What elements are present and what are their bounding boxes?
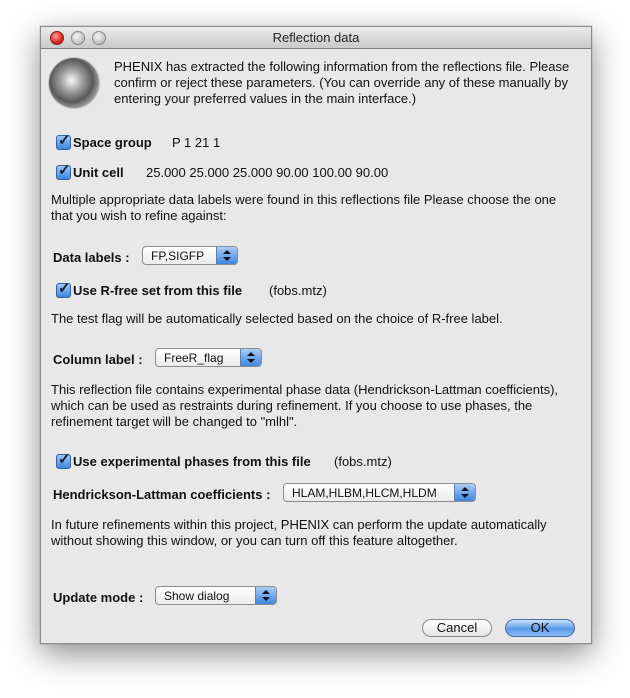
updown-arrows-icon: [255, 587, 276, 604]
space-group-checkbox[interactable]: ✓: [56, 132, 71, 150]
rfree-file: (fobs.mtz): [269, 283, 327, 298]
title-bar: Reflection data: [41, 27, 591, 49]
data-labels-label: Data labels :: [53, 250, 130, 265]
checkmark-icon: ✓: [58, 162, 71, 179]
updown-arrows-icon: [240, 349, 261, 366]
hl-coeffs-selected: HLAM,HLBM,HLCM,HLDM: [292, 486, 437, 500]
updown-arrows-icon: [454, 484, 475, 501]
cancel-button[interactable]: Cancel: [422, 619, 492, 637]
multiple-labels-text: Multiple appropriate data labels were fo…: [51, 192, 557, 223]
space-group-value: P 1 21 1: [172, 135, 221, 150]
column-label-label: Column label :: [53, 352, 143, 367]
column-label-select[interactable]: FreeR_flag: [155, 348, 262, 367]
exp-phases-checkbox[interactable]: ✓: [56, 451, 71, 469]
rfree-label: Use R-free set from this file: [73, 283, 243, 298]
update-mode-label: Update mode :: [53, 590, 144, 605]
checkmark-icon: ✓: [58, 451, 71, 468]
rfree-checkbox[interactable]: ✓: [56, 280, 71, 298]
reflection-data-dialog: Reflection data PHENIX has extracted the…: [40, 26, 592, 644]
unit-cell-label: Unit cell: [73, 165, 124, 180]
ok-button[interactable]: OK: [505, 619, 575, 637]
future-text: In future refinements within this projec…: [51, 517, 547, 548]
hl-coeffs-select[interactable]: HLAM,HLBM,HLCM,HLDM: [283, 483, 476, 502]
intro-text: PHENIX has extracted the following infor…: [114, 59, 570, 106]
space-group-label: Space group: [73, 135, 152, 150]
data-labels-selected: FP,SIGFP: [151, 249, 205, 263]
unit-cell-checkbox[interactable]: ✓: [56, 162, 71, 180]
exp-phases-label: Use experimental phases from this file: [73, 454, 311, 469]
window-title: Reflection data: [272, 30, 360, 45]
update-mode-selected: Show dialog: [164, 589, 230, 603]
test-flag-text: The test flag will be automatically sele…: [51, 311, 503, 326]
checkmark-icon: ✓: [58, 132, 71, 149]
column-label-selected: FreeR_flag: [164, 351, 224, 365]
phenix-logo-icon: [49, 58, 99, 108]
hl-coeffs-label: Hendrickson-Lattman coefficients :: [53, 487, 271, 502]
exp-phases-file: (fobs.mtz): [334, 454, 392, 469]
updown-arrows-icon: [216, 247, 237, 264]
checkmark-icon: ✓: [58, 280, 71, 297]
data-labels-select[interactable]: FP,SIGFP: [142, 246, 238, 265]
update-mode-select[interactable]: Show dialog: [155, 586, 277, 605]
phase-text: This reflection file contains experiment…: [51, 382, 559, 429]
unit-cell-value: 25.000 25.000 25.000 90.00 100.00 90.00: [146, 165, 389, 180]
